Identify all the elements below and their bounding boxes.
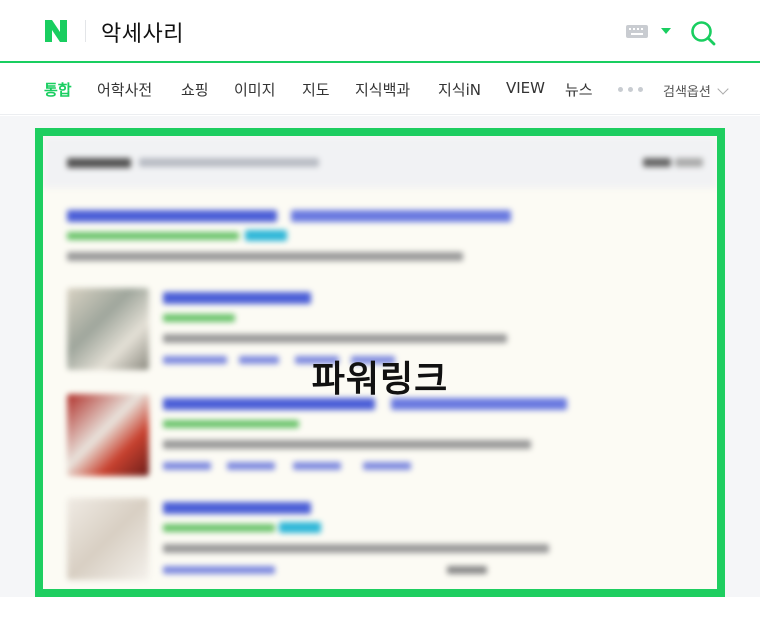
dropdown-caret-icon[interactable] xyxy=(661,28,671,34)
search-options-button[interactable]: 검색옵션 xyxy=(663,81,711,100)
ad-thumbnail xyxy=(67,498,149,580)
tab-news[interactable]: 뉴스 xyxy=(565,79,593,100)
search-tabs: 통합 어학사전 쇼핑 이미지 지도 지식백과 지식iN VIEW 뉴스 검색옵션 xyxy=(0,65,760,115)
search-icon[interactable] xyxy=(689,19,717,47)
power-link-label: 파워링크 xyxy=(311,359,449,400)
search-input[interactable]: 악세사리 xyxy=(101,16,184,48)
tab-knowledge-in[interactable]: 지식iN xyxy=(438,79,481,100)
header-divider xyxy=(85,20,86,42)
more-dots-icon[interactable] xyxy=(618,87,644,93)
naver-logo-icon[interactable] xyxy=(44,19,68,43)
tab-shopping[interactable]: 쇼핑 xyxy=(181,79,209,100)
tab-view[interactable]: VIEW xyxy=(506,79,545,97)
ad-thumbnail xyxy=(67,394,149,476)
keyboard-icon[interactable] xyxy=(626,25,648,38)
tab-dictionary[interactable]: 어학사전 xyxy=(97,79,152,100)
search-header: 악세사리 xyxy=(0,0,760,63)
power-link-section: 파워링크 xyxy=(35,128,725,597)
tab-integrated[interactable]: 통합 xyxy=(44,79,72,100)
tab-images[interactable]: 이미지 xyxy=(234,79,275,100)
tab-map[interactable]: 지도 xyxy=(302,79,330,100)
tab-encyclopedia[interactable]: 지식백과 xyxy=(355,79,410,100)
